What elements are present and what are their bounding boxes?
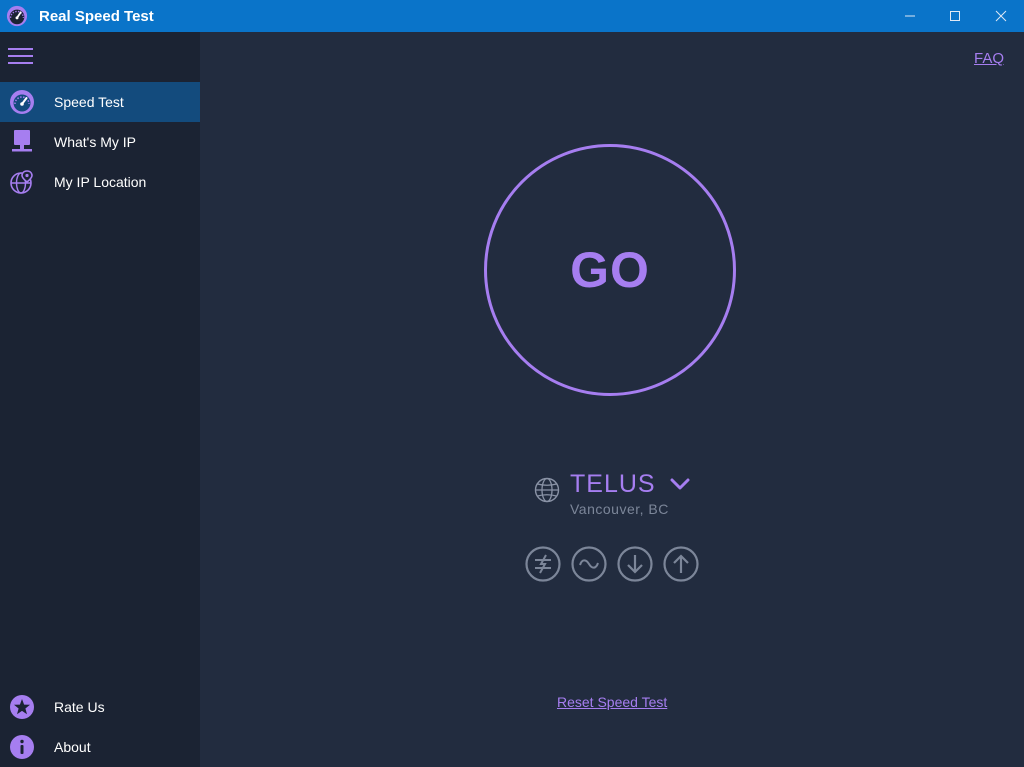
close-button[interactable] (978, 0, 1024, 32)
maximize-icon (950, 11, 960, 21)
close-icon (995, 10, 1007, 22)
server-selector[interactable]: TELUS Vancouver, BC (534, 468, 734, 528)
sidebar-item-label: Speed Test (54, 94, 124, 110)
sidebar: Speed Test What's My IP My IP Location R… (0, 32, 200, 767)
sidebar-item-whats-my-ip[interactable]: What's My IP (0, 122, 200, 162)
app-speedometer-icon (6, 5, 28, 27)
upload-icon (663, 546, 699, 582)
isp-name: TELUS (570, 470, 656, 498)
window-title: Real Speed Test (39, 8, 154, 25)
main-content: FAQ GO TELUS Vancouver, BC Reset Speed T… (200, 32, 1024, 767)
sidebar-item-speed-test[interactable]: Speed Test (0, 82, 200, 122)
server-location: Vancouver, BC (570, 501, 669, 517)
chevron-down-icon[interactable] (670, 476, 690, 492)
go-button[interactable]: GO (484, 144, 736, 396)
info-icon (10, 735, 34, 759)
maximize-button[interactable] (932, 0, 978, 32)
star-icon (10, 695, 34, 719)
jitter-icon (571, 546, 607, 582)
sidebar-item-label: My IP Location (54, 174, 147, 190)
minimize-icon (905, 15, 915, 17)
download-icon (617, 546, 653, 582)
faq-link[interactable]: FAQ (974, 50, 1004, 67)
sidebar-item-label: Rate Us (54, 699, 105, 715)
sidebar-item-rate-us[interactable]: Rate Us (0, 687, 200, 727)
globe-pin-icon (10, 170, 33, 194)
sidebar-item-label: What's My IP (54, 134, 137, 150)
sidebar-item-label: About (54, 739, 91, 755)
ping-icon (525, 546, 561, 582)
globe-icon (534, 477, 560, 503)
speedometer-icon (10, 90, 34, 114)
network-computer-icon (12, 130, 32, 152)
sidebar-item-about[interactable]: About (0, 727, 200, 767)
reset-speed-test-link[interactable]: Reset Speed Test (557, 694, 667, 710)
hamburger-icon[interactable] (8, 46, 33, 66)
go-label: GO (570, 242, 650, 298)
title-bar: Real Speed Test (0, 0, 1024, 32)
sidebar-item-my-ip-location[interactable]: My IP Location (0, 162, 200, 202)
minimize-button[interactable] (887, 0, 933, 32)
